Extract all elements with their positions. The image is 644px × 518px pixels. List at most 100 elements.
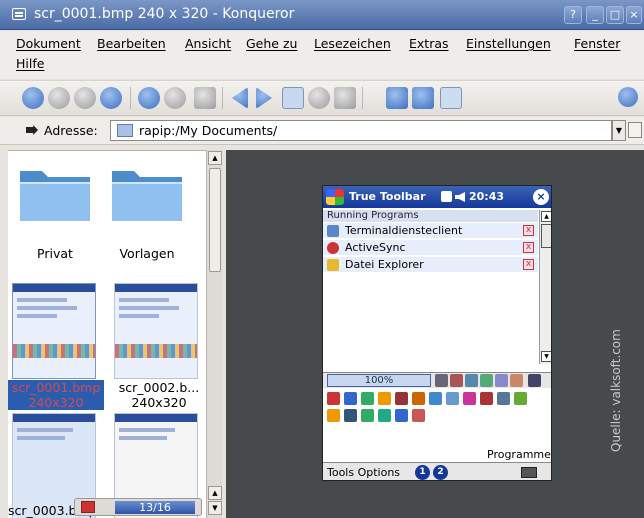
speaker-icon: [455, 192, 465, 202]
file-view: Privat Vorlagen scr_0001.bmp 240x320 scr…: [8, 150, 206, 518]
zoom-level: 100%: [327, 374, 431, 387]
app-icon: [327, 409, 340, 422]
menu-bearbeiten[interactable]: Bearbeiten: [97, 36, 166, 51]
sync-icon: [327, 242, 339, 254]
next-icon[interactable]: [256, 87, 272, 109]
app-icon: [480, 392, 493, 405]
window-title: scr_0001.bmp 240 x 320 - Konqueror: [34, 6, 295, 22]
programs-group-label: Programme: [487, 448, 551, 461]
location-label: Adresse:: [44, 123, 98, 138]
reload-icon[interactable]: [138, 87, 160, 109]
pda-screenshot: True Toolbar 20:43 × Running Programs Te…: [322, 185, 552, 481]
menu-extras[interactable]: Extras: [409, 36, 449, 51]
app-icon: [497, 392, 510, 405]
menu-einstellungen[interactable]: Einstellungen: [466, 36, 551, 51]
monitor-icon: [327, 225, 339, 237]
pda-titlebar: True Toolbar 20:43 ×: [323, 186, 551, 208]
pda-app-title: True Toolbar: [349, 190, 426, 203]
windows-flag-icon: [326, 189, 344, 205]
main-toolbar: [0, 80, 644, 116]
file-name[interactable]: scr_0002.b...: [112, 380, 206, 395]
window-menu-icon[interactable]: [12, 8, 26, 20]
minimize-button[interactable]: _: [586, 6, 604, 24]
print-icon[interactable]: [194, 87, 216, 109]
menu-fenster[interactable]: Fenster: [574, 36, 620, 51]
preview-icon[interactable]: [440, 87, 462, 109]
file-name-selected[interactable]: scr_0001.bmp: [8, 380, 104, 395]
tool-icon: [510, 374, 523, 387]
app-icon: [429, 392, 442, 405]
image-credit: Quelle: valksoft.com: [609, 329, 623, 452]
zoom-icon[interactable]: [282, 87, 304, 109]
back-icon[interactable]: [22, 87, 44, 109]
rotate-icon[interactable]: [308, 87, 330, 109]
keyboard-icon: [521, 467, 537, 478]
tool-icon: [480, 374, 493, 387]
running-programs-header: Running Programs: [323, 210, 538, 222]
file-size: 240x320: [131, 395, 187, 410]
close-program-icon: x: [523, 242, 534, 253]
flip-icon[interactable]: [334, 87, 356, 109]
app-icon: [412, 409, 425, 422]
thumbnail-image[interactable]: [12, 283, 96, 379]
status-bar: 13/16: [74, 498, 202, 516]
scrollbar-thumb[interactable]: [209, 168, 221, 272]
location-dropdown-button[interactable]: ▼: [612, 120, 626, 141]
location-input[interactable]: rapip:/My Documents/: [110, 120, 612, 141]
tool-icon: [435, 374, 448, 387]
detail-view-icon[interactable]: [412, 87, 434, 109]
menu-bar: Dokument Bearbeiten Ansicht Gehe zu Lese…: [0, 31, 644, 79]
folder-label[interactable]: Vorlagen: [102, 246, 192, 261]
help-button[interactable]: ?: [564, 6, 582, 24]
connection-icon: [441, 191, 452, 202]
icon-view-icon[interactable]: [386, 87, 408, 109]
app-icon: [361, 392, 374, 405]
page-two-icon: 2: [433, 465, 448, 480]
home-icon[interactable]: [100, 87, 122, 109]
previous-icon[interactable]: [232, 87, 248, 109]
file-view-scrollbar[interactable]: ▲ ▲ ▼: [206, 150, 222, 518]
menu-dokument[interactable]: Dokument: [16, 36, 81, 51]
app-icon: [378, 392, 391, 405]
up-icon[interactable]: [74, 87, 96, 109]
program-label: Terminaldiensteclient: [345, 224, 463, 237]
forward-icon[interactable]: [48, 87, 70, 109]
tool-icon: [450, 374, 463, 387]
folder-icon[interactable]: [108, 163, 186, 225]
status-icon: [81, 501, 95, 513]
pda-scrollbar: ▲ ▼: [539, 210, 551, 364]
folder-icon: [117, 124, 133, 137]
scroll-down-icon[interactable]: ▼: [208, 501, 222, 515]
menu-lesezeichen[interactable]: Lesezeichen: [314, 36, 391, 51]
go-button[interactable]: [628, 122, 642, 138]
menu-gehe-zu[interactable]: Gehe zu: [246, 36, 297, 51]
scroll-up-icon[interactable]: ▲: [208, 486, 222, 500]
app-icon: [361, 409, 374, 422]
app-icon: [514, 392, 527, 405]
app-icon: [412, 392, 425, 405]
stop-icon[interactable]: [164, 87, 186, 109]
maximize-button[interactable]: □: [606, 6, 624, 24]
menu-hilfe[interactable]: Hilfe: [16, 56, 44, 71]
close-program-icon: x: [523, 225, 534, 236]
window-titlebar[interactable]: scr_0001.bmp 240 x 320 - Konqueror ? _ □…: [0, 0, 644, 30]
konqueror-gear-icon: [618, 87, 638, 107]
pda-menubar: Tools Options 1 2: [323, 462, 551, 480]
toolbar-separator: [362, 87, 363, 109]
list-item: Datei Explorer x: [323, 257, 538, 273]
program-label: Datei Explorer: [345, 258, 424, 271]
clear-location-icon[interactable]: [26, 125, 38, 135]
location-value: rapip:/My Documents/: [139, 123, 278, 138]
explorer-icon: [327, 259, 339, 271]
thumbnail-image[interactable]: [114, 283, 198, 379]
folder-label[interactable]: Privat: [10, 246, 100, 261]
scroll-up-icon[interactable]: ▲: [208, 151, 222, 165]
app-icon: [446, 392, 459, 405]
close-button[interactable]: ×: [626, 6, 642, 24]
app-icon: [395, 409, 408, 422]
app-icon: [344, 392, 357, 405]
page-one-icon: 1: [415, 465, 430, 480]
menu-ansicht[interactable]: Ansicht: [185, 36, 231, 51]
list-item: Terminaldiensteclient x: [323, 223, 538, 239]
folder-icon[interactable]: [16, 163, 94, 225]
